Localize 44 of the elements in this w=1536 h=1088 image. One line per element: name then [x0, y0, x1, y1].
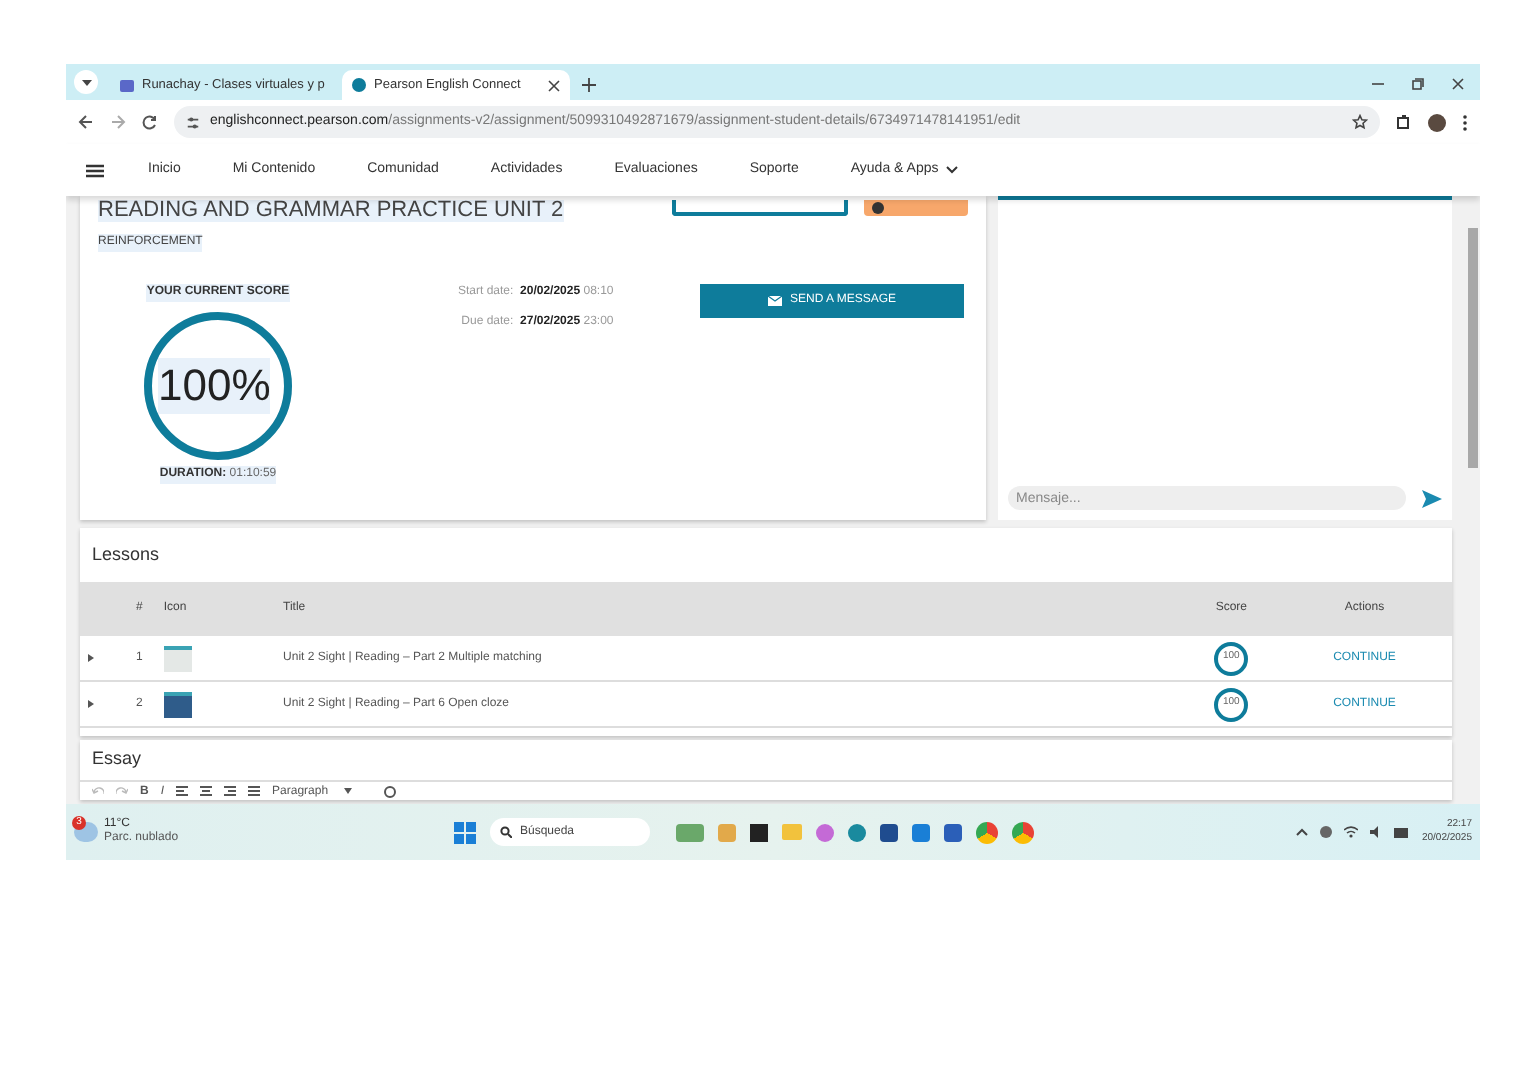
new-tab-icon[interactable] — [582, 78, 596, 92]
expand-arrow-icon[interactable] — [88, 654, 94, 662]
lesson-thumbnail — [163, 691, 192, 717]
expand-arrow-icon[interactable] — [88, 700, 94, 708]
start-icon[interactable] — [454, 821, 476, 843]
browser-icon[interactable] — [1012, 821, 1034, 843]
profile-avatar[interactable] — [1428, 113, 1446, 131]
section-title: Essay — [90, 746, 144, 773]
menu-icon[interactable] — [86, 163, 104, 177]
back-icon[interactable] — [78, 114, 94, 130]
logo-icon — [352, 78, 366, 92]
close-icon[interactable] — [1452, 78, 1464, 90]
align-right-icon[interactable] — [224, 786, 237, 796]
search-icon — [500, 826, 512, 838]
chevron-up-icon[interactable] — [1295, 828, 1308, 836]
outline-button[interactable] — [672, 200, 848, 216]
battery-icon[interactable] — [1393, 827, 1410, 837]
more-icon[interactable] — [1462, 113, 1468, 131]
circle-icon[interactable] — [384, 785, 397, 797]
minimize-icon[interactable] — [1372, 78, 1384, 90]
browser-icon[interactable] — [976, 821, 998, 843]
site-settings-icon[interactable] — [186, 115, 200, 129]
score-value: 100% — [158, 358, 271, 414]
extensions-icon[interactable] — [1396, 114, 1412, 130]
restore-icon[interactable] — [1412, 78, 1424, 90]
caret-icon — [81, 79, 91, 85]
close-icon[interactable] — [548, 79, 560, 91]
tab-list-button[interactable] — [74, 70, 98, 94]
tray-icon[interactable] — [1319, 826, 1332, 838]
speaker-icon[interactable] — [1369, 826, 1382, 838]
reload-icon[interactable] — [142, 114, 158, 130]
lesson-thumbnail — [163, 645, 192, 671]
favicon-icon — [120, 79, 134, 91]
chevron-down-icon[interactable] — [946, 166, 959, 174]
wifi-icon[interactable] — [1343, 826, 1358, 838]
star-icon[interactable] — [1352, 114, 1368, 130]
assignment-title: READING AND GRAMMAR PRACTICE UNIT 2 — [98, 200, 564, 222]
caret-icon — [344, 788, 353, 794]
send-icon[interactable] — [1422, 489, 1442, 507]
align-center-icon[interactable] — [200, 786, 213, 796]
envelope-icon — [767, 296, 782, 306]
section-title: Lessons — [90, 541, 162, 568]
justify-icon[interactable] — [248, 786, 261, 796]
align-left-icon[interactable] — [176, 786, 189, 796]
